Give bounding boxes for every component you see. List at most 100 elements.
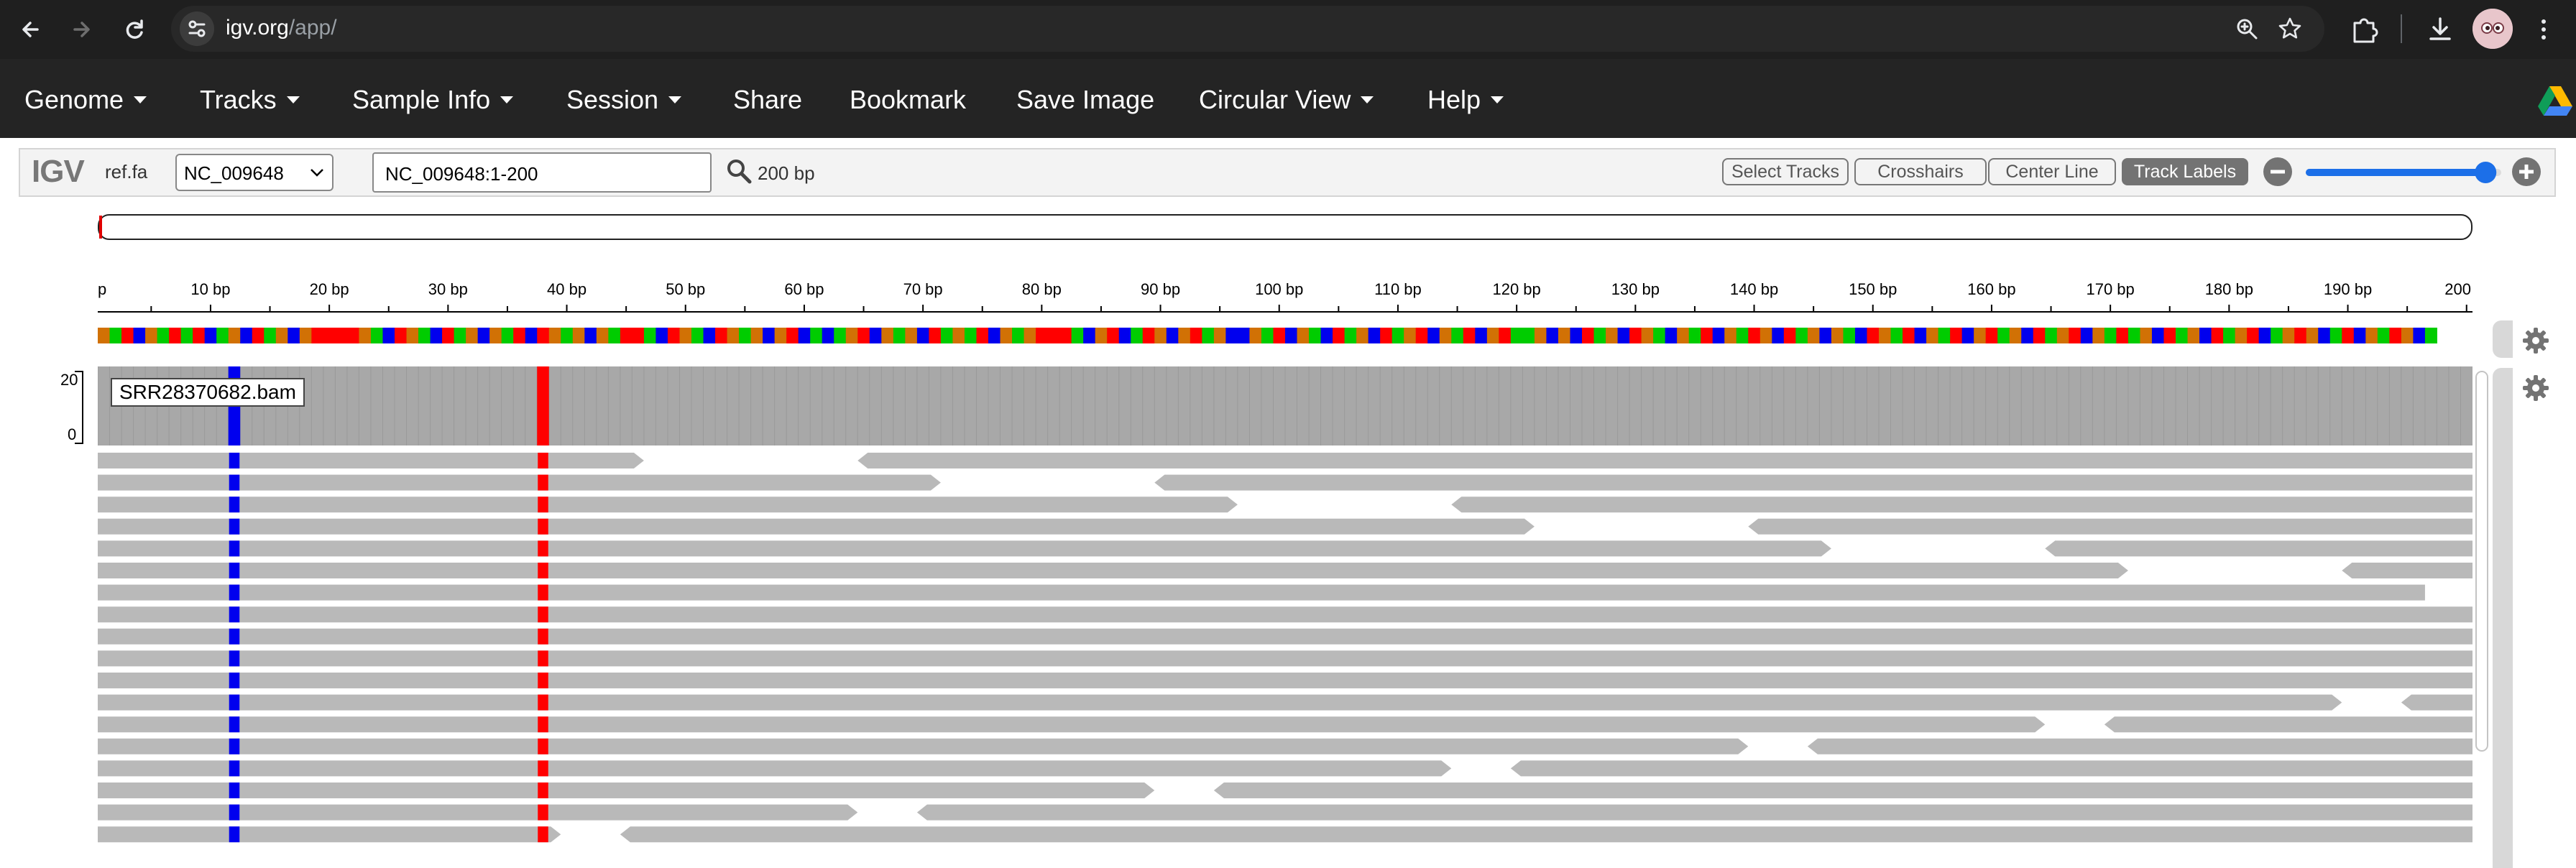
read-mismatch-base xyxy=(229,826,240,843)
alignment-read[interactable] xyxy=(98,760,1452,777)
alignment-read[interactable] xyxy=(98,782,1155,798)
alignment-read[interactable] xyxy=(2342,563,2472,578)
download-icon[interactable] xyxy=(2424,13,2457,46)
alignment-read[interactable] xyxy=(1213,782,2472,798)
sequence-base xyxy=(1154,328,1167,343)
coverage-track[interactable] xyxy=(98,366,2472,445)
menu-sample-info[interactable]: Sample Info xyxy=(352,85,514,115)
alignment-read[interactable] xyxy=(916,804,2472,821)
zoom-slider-thumb[interactable] xyxy=(2475,162,2497,183)
alignment-read[interactable] xyxy=(98,650,2472,667)
alignment-read[interactable] xyxy=(2104,716,2472,733)
alignment-read[interactable] xyxy=(2401,694,2472,711)
alignment-scroll-thumb[interactable] xyxy=(2475,371,2488,752)
sequence-base xyxy=(1677,328,1690,343)
menu-bookmark[interactable]: Bookmark xyxy=(850,85,966,115)
search-icon[interactable] xyxy=(726,158,752,184)
alignment-read[interactable] xyxy=(2045,540,2472,557)
sequence-base xyxy=(2389,328,2402,343)
menu-genome[interactable]: Genome xyxy=(24,85,147,115)
alignment-track-gear-icon[interactable] xyxy=(2521,374,2550,402)
alignment-read[interactable] xyxy=(98,453,644,468)
more-menu-icon[interactable] xyxy=(2527,13,2560,46)
alignment-read[interactable] xyxy=(1451,497,2472,513)
alignment-read[interactable] xyxy=(98,606,2472,623)
coverage-axis-max: 20 xyxy=(60,371,78,389)
sequence-base xyxy=(1285,328,1298,343)
menu-circular-view[interactable]: Circular View xyxy=(1199,85,1374,115)
menu-save-image[interactable]: Save Image xyxy=(1016,85,1154,115)
read-mismatch-base xyxy=(538,584,548,601)
profile-avatar[interactable] xyxy=(2472,9,2513,49)
alignment-read[interactable] xyxy=(98,540,1831,557)
zoom-out-icon[interactable] xyxy=(2263,157,2293,187)
alignment-read[interactable] xyxy=(1807,738,2472,754)
chromosome-value: NC_009648 xyxy=(184,162,284,184)
sequence-base xyxy=(952,328,965,343)
alignment-read[interactable] xyxy=(98,518,1535,535)
alignment-read[interactable] xyxy=(98,584,2425,601)
zoom-icon[interactable] xyxy=(2234,16,2260,42)
menu-session[interactable]: Session xyxy=(566,85,682,115)
reload-icon[interactable] xyxy=(116,11,152,47)
sequence-base xyxy=(1024,328,1036,343)
chromosome-ideogram[interactable] xyxy=(98,214,2472,240)
alignment-read[interactable] xyxy=(98,673,2472,688)
sequence-base xyxy=(1760,328,1772,343)
sequence-base xyxy=(1903,328,1915,343)
alignment-track[interactable] xyxy=(98,453,2472,868)
sequence-base xyxy=(346,328,359,343)
center-line-button[interactable]: Center Line xyxy=(1988,158,2116,185)
alignment-read[interactable] xyxy=(98,628,2472,645)
alignment-track-scrollbar[interactable] xyxy=(2493,368,2513,868)
read-mismatch-base xyxy=(229,497,240,513)
back-arrow-icon[interactable] xyxy=(13,11,49,47)
read-mismatch-base xyxy=(538,826,548,843)
alignment-read[interactable] xyxy=(98,694,2342,711)
alignment-read[interactable] xyxy=(98,497,1238,513)
alignment-read[interactable] xyxy=(857,453,2472,468)
sequence-track-gear-icon[interactable] xyxy=(2521,326,2550,355)
sequence-base xyxy=(1486,328,1499,343)
google-drive-icon[interactable] xyxy=(2537,85,2573,116)
menu-help[interactable]: Help xyxy=(1427,85,1504,115)
sequence-base xyxy=(1463,328,1476,343)
alignment-read[interactable] xyxy=(620,826,2472,843)
sequence-base xyxy=(2235,328,2248,343)
alignment-read[interactable] xyxy=(1748,518,2472,535)
alignment-read[interactable] xyxy=(98,474,941,491)
menu-share[interactable]: Share xyxy=(733,85,802,115)
sequence-base xyxy=(430,328,443,343)
alignment-read[interactable] xyxy=(1510,760,2472,777)
sequence-base xyxy=(1748,328,1761,343)
sequence-base xyxy=(1819,328,1832,343)
forward-arrow-icon[interactable] xyxy=(63,11,99,47)
sequence-base xyxy=(656,328,668,343)
sequence-track-scrollbar[interactable] xyxy=(2493,320,2513,358)
chromosome-select[interactable]: NC_009648 xyxy=(175,154,334,191)
alignment-read[interactable] xyxy=(98,826,561,843)
bookmark-star-icon[interactable] xyxy=(2277,16,2303,42)
sequence-base xyxy=(869,328,882,343)
crosshairs-button[interactable]: Crosshairs xyxy=(1854,158,1987,185)
alignment-read[interactable] xyxy=(98,804,858,821)
sequence-base xyxy=(240,328,253,343)
alignment-read[interactable] xyxy=(98,563,2128,578)
url-text[interactable]: igv.org/app/ xyxy=(226,16,337,40)
alignment-read[interactable] xyxy=(98,716,2046,733)
alignment-read[interactable] xyxy=(1154,474,2472,491)
address-bar[interactable]: igv.org/app/ xyxy=(171,6,2324,52)
zoom-in-icon[interactable] xyxy=(2511,157,2542,187)
zoom-slider[interactable] xyxy=(2304,160,2503,185)
track-labels-button[interactable]: Track Labels xyxy=(2122,158,2248,185)
igv-menu-bar: Genome Tracks Sample Info Session Share … xyxy=(0,59,2576,138)
select-tracks-button[interactable]: Select Tracks xyxy=(1722,158,1849,185)
alignment-read[interactable] xyxy=(98,738,1749,754)
sequence-base xyxy=(834,328,847,343)
menu-tracks[interactable]: Tracks xyxy=(200,85,300,115)
locus-search-input[interactable]: NC_009648:1-200 xyxy=(372,152,712,193)
site-info-icon[interactable] xyxy=(180,11,214,46)
extensions-icon[interactable] xyxy=(2347,13,2380,46)
caret-down-icon xyxy=(500,96,514,103)
sequence-base xyxy=(2247,328,2260,343)
